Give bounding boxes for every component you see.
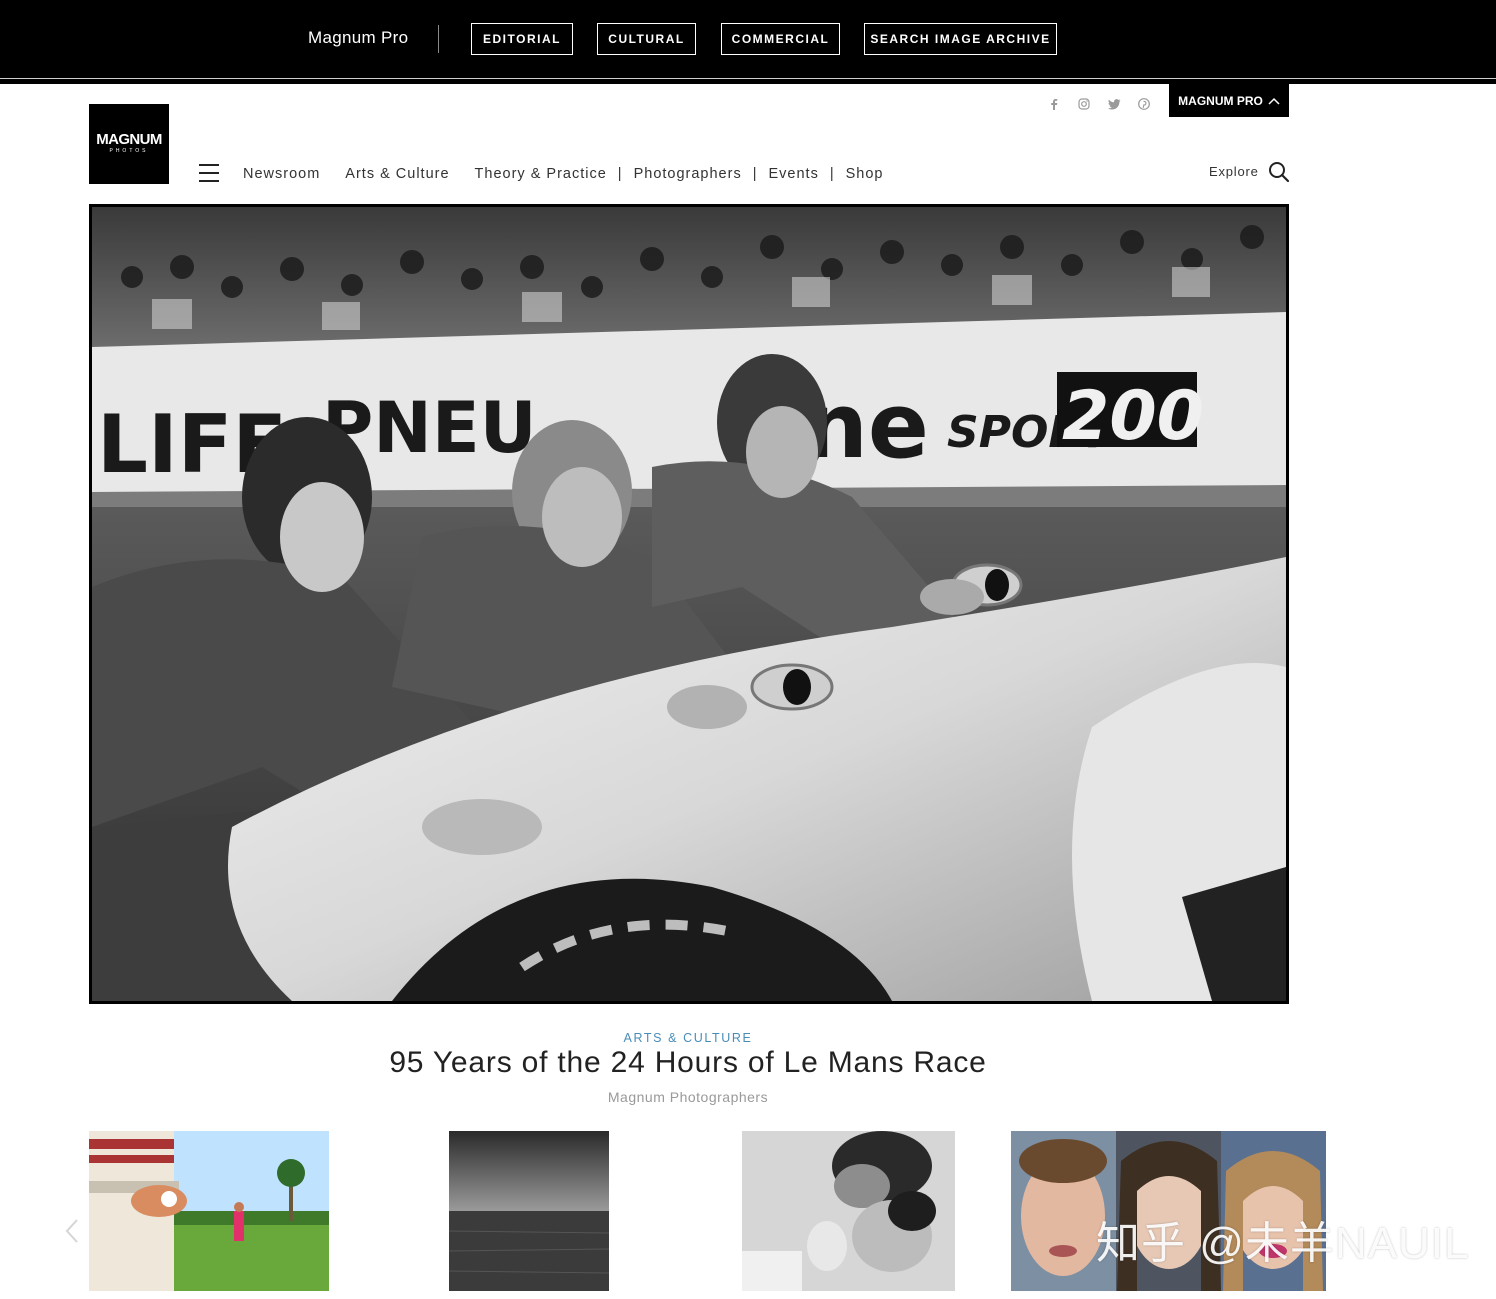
nav-item-events[interactable]: Events bbox=[768, 166, 818, 182]
main-nav: Newsroom Arts & Culture Theory & Practic… bbox=[243, 164, 883, 184]
nav-separator: | bbox=[829, 166, 835, 182]
menu-icon[interactable] bbox=[199, 163, 219, 183]
hero-category-link[interactable]: ARTS & CULTURE bbox=[0, 1031, 1376, 1045]
nav-item-photographers[interactable]: Photographers bbox=[634, 166, 742, 182]
search-image-archive-button[interactable]: SEARCH IMAGE ARCHIVE bbox=[864, 23, 1057, 55]
chevron-up-icon bbox=[1268, 94, 1280, 108]
banner-text-200: 200 bbox=[1062, 377, 1204, 456]
cultural-button[interactable]: CULTURAL bbox=[597, 23, 696, 55]
search-icon[interactable] bbox=[1268, 161, 1290, 183]
logo-wordmark: MAGNUM bbox=[96, 131, 162, 148]
thumbnail-family[interactable] bbox=[742, 1131, 955, 1291]
logo-subtitle: PHOTOS bbox=[109, 148, 149, 154]
nav-separator: | bbox=[617, 166, 623, 182]
magnum-pro-toggle[interactable]: MAGNUM PRO bbox=[1169, 84, 1289, 117]
chevron-left-icon[interactable] bbox=[64, 1218, 80, 1244]
thumbnail-golf[interactable] bbox=[89, 1131, 329, 1291]
commercial-button[interactable]: COMMERCIAL bbox=[721, 23, 840, 55]
thumbnail-seascape[interactable] bbox=[449, 1131, 609, 1291]
pro-brand[interactable]: Magnum Pro bbox=[308, 28, 408, 48]
pro-divider bbox=[438, 25, 439, 53]
pinterest-icon[interactable] bbox=[1136, 96, 1152, 112]
nav-item-arts-culture[interactable]: Arts & Culture bbox=[345, 166, 449, 182]
nav-separator: | bbox=[752, 166, 758, 182]
hero-image[interactable]: LIFE PNEU one SPORT 200 bbox=[89, 204, 1289, 1004]
hero-author[interactable]: Magnum Photographers bbox=[0, 1089, 1376, 1105]
nav-item-newsroom[interactable]: Newsroom bbox=[243, 166, 320, 182]
nav-item-theory-practice[interactable]: Theory & Practice bbox=[475, 166, 607, 182]
facebook-icon[interactable] bbox=[1046, 96, 1062, 112]
magnum-pro-toggle-label: MAGNUM PRO bbox=[1178, 93, 1263, 108]
twitter-icon[interactable] bbox=[1106, 96, 1122, 112]
magnum-pro-bar: Magnum Pro EDITORIAL CULTURAL COMMERCIAL… bbox=[0, 0, 1496, 78]
nav-item-shop[interactable]: Shop bbox=[846, 166, 884, 182]
le-mans-photo: LIFE PNEU one SPORT 200 bbox=[92, 207, 1286, 1001]
watermark-text: 知乎 @未羊NAUIL bbox=[1096, 1219, 1470, 1268]
instagram-icon[interactable] bbox=[1076, 96, 1092, 112]
hero-title[interactable]: 95 Years of the 24 Hours of Le Mans Race bbox=[0, 1046, 1376, 1080]
magnum-logo[interactable]: MAGNUM PHOTOS bbox=[89, 104, 169, 184]
editorial-button[interactable]: EDITORIAL bbox=[471, 23, 573, 55]
explore-link[interactable]: Explore bbox=[1209, 164, 1259, 179]
